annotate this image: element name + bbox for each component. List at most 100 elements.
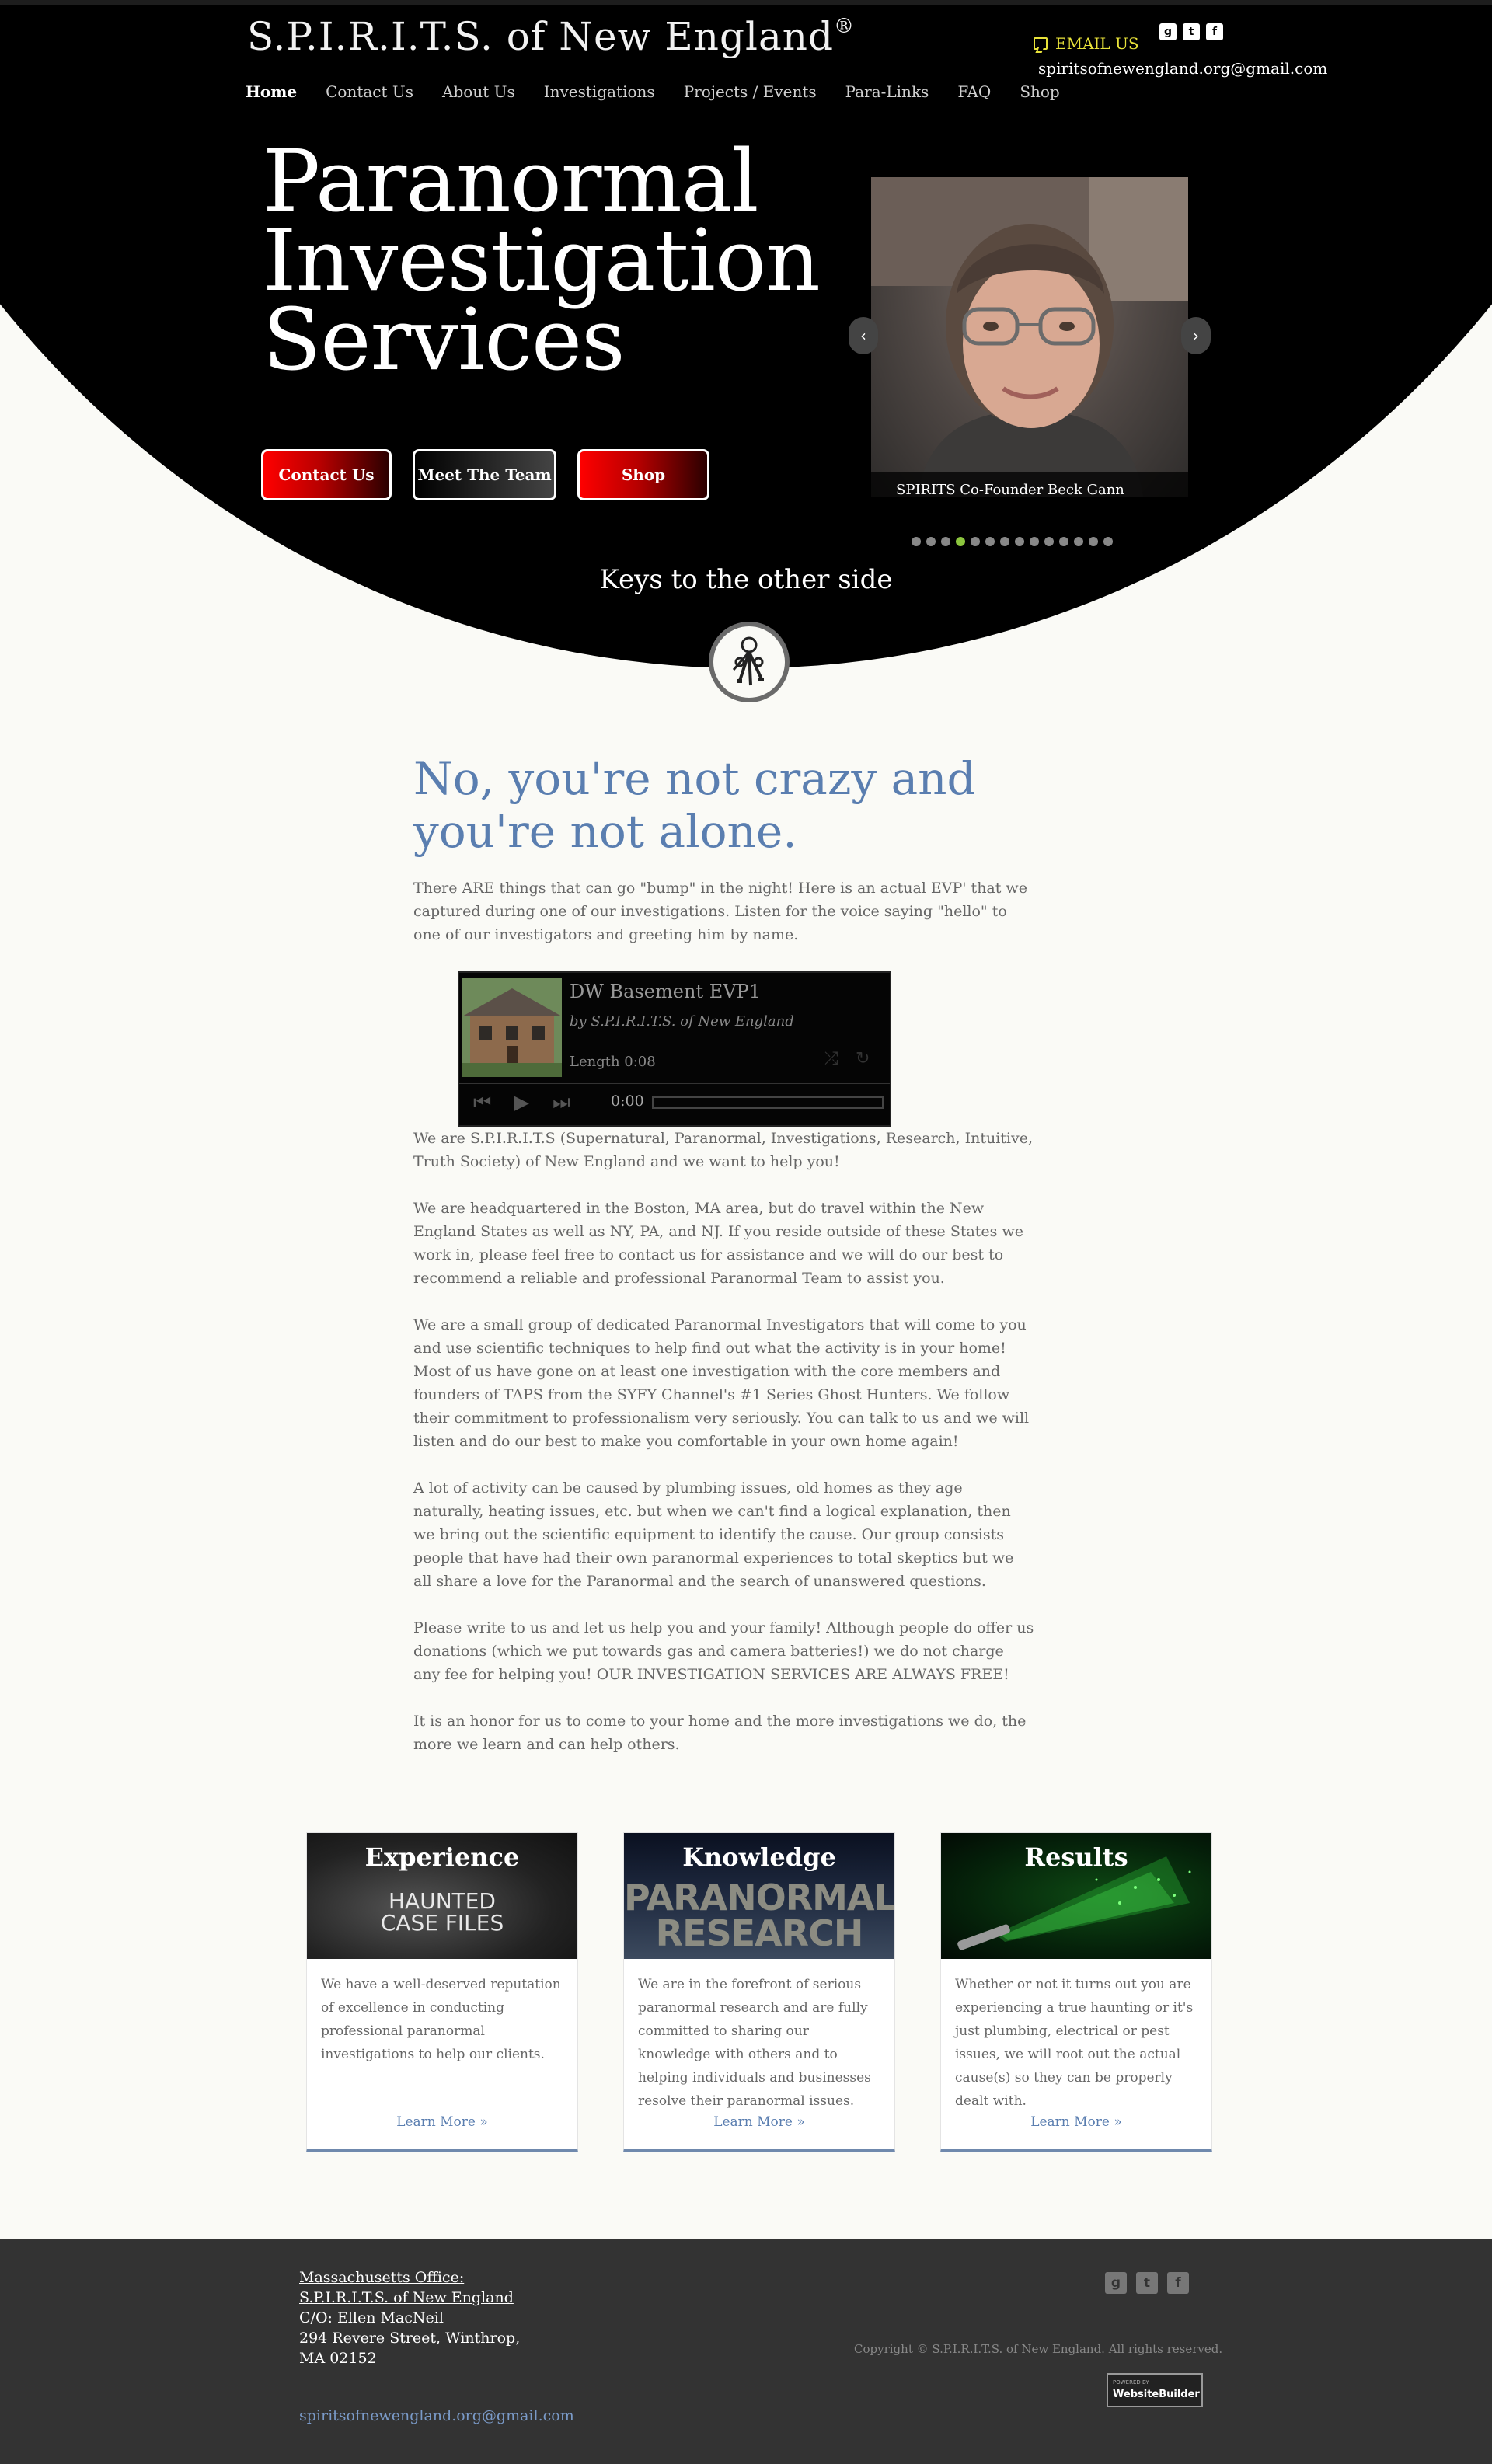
learn-more-link[interactable]: Learn More » — [307, 2114, 577, 2130]
nav-item-projects-events[interactable]: Projects / Events — [684, 82, 817, 101]
portrait-illustration — [871, 177, 1188, 497]
hero-heading-line: Investigation — [263, 211, 821, 310]
main-nav: Home Contact Us About Us Investigations … — [246, 82, 1060, 101]
body-paragraph: It is an honor for us to come to your ho… — [413, 1713, 1027, 1753]
repeat-icon[interactable]: ↻ — [856, 1049, 870, 1068]
email-us-link[interactable]: EMAIL US — [1034, 34, 1139, 53]
site-title[interactable]: S.P.I.R.I.T.S. of New England® — [247, 14, 855, 59]
contact-us-button[interactable]: Contact Us — [261, 449, 392, 500]
card-text: We have a well-deserved reputation of ex… — [321, 1977, 561, 2062]
google-plus-icon[interactable]: g — [1105, 2272, 1127, 2294]
main-heading: No, you're not crazy and you're not alon… — [413, 752, 976, 858]
experience-card: HAUNTED CASE FILES Experience We have a … — [306, 1832, 578, 2152]
learn-more-link[interactable]: Learn More » — [624, 2114, 894, 2130]
track-artist: by S.P.I.R.I.T.S. of New England — [570, 1013, 794, 1030]
footer-address: Massachusetts Office: S.P.I.R.I.T.S. of … — [299, 2267, 520, 2368]
nav-item-investigations[interactable]: Investigations — [544, 82, 655, 101]
registered-mark: ® — [834, 15, 856, 38]
nav-item-para-links[interactable]: Para-Links — [845, 82, 929, 101]
slide-photo — [871, 177, 1188, 497]
address-line: C/O: Ellen MacNeil — [299, 2309, 444, 2326]
slider-dot[interactable] — [941, 537, 950, 546]
card-image-text: PARANORMAL RESEARCH — [624, 1880, 894, 1951]
card-image-line: CASE FILES — [380, 1910, 504, 1936]
slider-dot[interactable] — [1059, 537, 1068, 546]
card-title: Experience — [364, 1842, 520, 1872]
next-track-icon[interactable]: ⏭ — [553, 1091, 570, 1115]
audio-player: DW Basement EVP1 by S.P.I.R.I.T.S. of Ne… — [458, 971, 891, 1127]
house-thumbnail-image — [462, 978, 562, 1077]
twitter-icon[interactable]: t — [1183, 23, 1200, 40]
hero-buttons: Contact Us Meet The Team Shop — [261, 449, 709, 500]
badge-brand: WebsiteBuilder — [1113, 2389, 1200, 2400]
slider-dot[interactable] — [1000, 537, 1009, 546]
hero-heading-line: Paranormal — [263, 131, 759, 231]
facebook-icon[interactable]: f — [1206, 23, 1223, 40]
slider-dot[interactable] — [1015, 537, 1024, 546]
nav-item-faq[interactable]: FAQ — [957, 82, 991, 101]
slider-dot[interactable] — [1103, 537, 1113, 546]
shuffle-icon[interactable]: ⤮ — [824, 1049, 838, 1068]
footer-email-link[interactable]: spiritsofnewengland.org@gmail.com — [299, 2407, 574, 2424]
meet-the-team-button[interactable]: Meet The Team — [413, 449, 556, 500]
slider-dots — [912, 537, 1113, 546]
track-length: Length 0:08 — [570, 1054, 656, 1070]
nav-item-shop[interactable]: Shop — [1020, 82, 1059, 101]
slider-dot[interactable] — [971, 537, 980, 546]
play-icon[interactable]: ▶ — [514, 1091, 529, 1114]
address-line: 294 Revere Street, Winthrop, — [299, 2330, 521, 2347]
footer: Massachusetts Office: S.P.I.R.I.T.S. of … — [0, 2239, 1492, 2464]
body-paragraph: We are S.P.I.R.I.T.S (Supernatural, Para… — [413, 1130, 1034, 1170]
previous-track-icon[interactable]: ⏮ — [473, 1091, 491, 1115]
slide-caption: SPIRITS Co-Founder Beck Gann — [871, 472, 1188, 508]
speech-bubble-icon — [1034, 37, 1048, 50]
slider-dot[interactable] — [985, 537, 995, 546]
keys-icon — [732, 636, 764, 686]
footer-org-name[interactable]: S.P.I.R.I.T.S. of New England — [299, 2288, 520, 2308]
intro-paragraph: There ARE things that can go "bump" in t… — [413, 880, 1027, 943]
shop-button[interactable]: Shop — [577, 449, 709, 500]
knowledge-card: PARANORMAL RESEARCH Knowledge We are in … — [623, 1832, 895, 2152]
progress-bar[interactable] — [652, 1096, 884, 1109]
card-text: We are in the forefront of serious paran… — [638, 1977, 871, 2109]
site-title-text[interactable]: S.P.I.R.I.T.S. of New England — [247, 14, 834, 59]
address-line: MA 02152 — [299, 2350, 377, 2367]
slider-dot[interactable] — [1089, 537, 1098, 546]
tagline: Keys to the other side — [599, 564, 893, 595]
nav-item-home[interactable]: Home — [246, 82, 297, 101]
card-image-text: HAUNTED CASE FILES — [307, 1891, 577, 1934]
slider-dot[interactable] — [956, 537, 965, 546]
slider-prev-arrow[interactable]: ‹ — [849, 317, 878, 354]
twitter-icon[interactable]: t — [1136, 2272, 1158, 2294]
card-title: Results — [1024, 1842, 1128, 1872]
copyright: Copyright © S.P.I.R.I.T.S. of New Englan… — [854, 2342, 1223, 2356]
nav-item-about-us[interactable]: About Us — [442, 82, 515, 101]
learn-more-link[interactable]: Learn More » — [941, 2114, 1211, 2130]
top-border — [0, 0, 1492, 5]
slider-dot[interactable] — [926, 537, 936, 546]
hero-heading-line: Services — [263, 290, 626, 389]
photo-slider[interactable]: SPIRITS Co-Founder Beck Gann — [871, 177, 1188, 508]
card-image-line: RESEARCH — [655, 1912, 864, 1954]
slider-dot[interactable] — [1044, 537, 1054, 546]
slider-dot[interactable] — [1074, 537, 1083, 546]
slider-dot[interactable] — [912, 537, 921, 546]
slider-next-arrow[interactable]: › — [1181, 317, 1211, 354]
nav-item-contact-us[interactable]: Contact Us — [326, 82, 413, 101]
current-time: 0:00 — [611, 1093, 644, 1110]
body-paragraph: Please write to us and let us help you a… — [413, 1619, 1034, 1683]
email-us-label[interactable]: EMAIL US — [1055, 34, 1139, 53]
hero-heading: Paranormal Investigation Services — [263, 131, 853, 389]
badge-powered-by: POWERED BY — [1113, 2379, 1149, 2386]
google-plus-icon[interactable]: g — [1159, 23, 1177, 40]
facebook-icon[interactable]: f — [1167, 2272, 1189, 2294]
website-builder-badge[interactable]: POWERED BY WebsiteBuilder — [1107, 2373, 1203, 2407]
header-email-address[interactable]: spiritsofnewengland.org@gmail.com — [1038, 59, 1327, 78]
main-content: No, you're not crazy and you're not alon… — [413, 752, 1035, 1779]
body-paragraph: A lot of activity can be caused by plumb… — [413, 1479, 1014, 1590]
feature-cards: HAUNTED CASE FILES Experience We have a … — [306, 1832, 1212, 2152]
results-card: Results Whether or not it turns out you … — [940, 1832, 1212, 2152]
track-title: DW Basement EVP1 — [570, 981, 761, 1002]
header-social-icons: g t f — [1159, 23, 1223, 40]
slider-dot[interactable] — [1030, 537, 1039, 546]
